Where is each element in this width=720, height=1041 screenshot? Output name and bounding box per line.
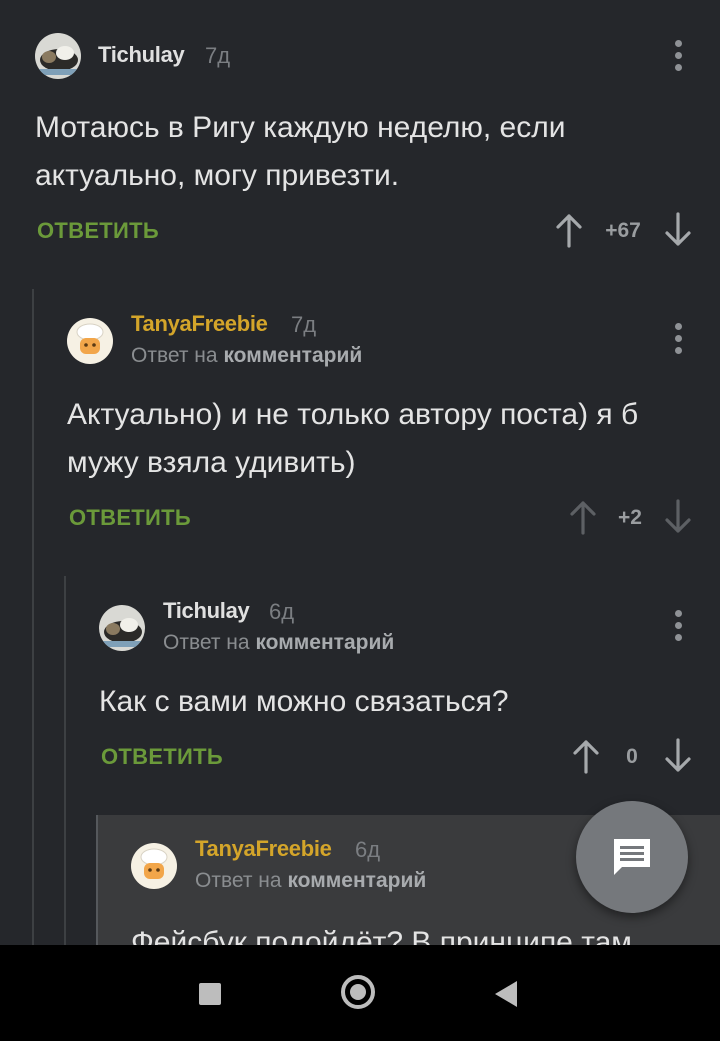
author-name[interactable]: Tichulay — [163, 598, 250, 624]
reply-to-prefix: Ответ на — [163, 631, 250, 654]
comment-fab-button[interactable] — [576, 801, 688, 913]
comment-text: Как с вами можно связаться? — [99, 678, 699, 726]
comment-text-line: Фейсбук подойдёт? В принципе там — [131, 926, 632, 945]
comment-time: 6д — [355, 837, 381, 862]
reply-to-label: Ответ на комментарий — [195, 869, 426, 893]
author-name[interactable]: TanyaFreebie — [195, 836, 332, 862]
reply-to-prefix: Ответ на — [195, 869, 282, 892]
reply-to-link[interactable]: комментарий — [255, 631, 394, 654]
cat-avatar-image — [99, 605, 145, 651]
system-navigation-bar — [0, 945, 720, 1041]
reply-to-label: Ответ на комментарий — [163, 631, 394, 655]
reply-button[interactable]: ОТВЕТИТЬ — [101, 744, 223, 770]
more-vertical-icon[interactable] — [668, 610, 688, 646]
triangle-back-icon[interactable] — [495, 981, 517, 1007]
comment-text-line: Как с вами можно связаться? — [99, 685, 509, 718]
chef-avatar-image — [131, 843, 177, 889]
arrow-down-icon[interactable] — [664, 738, 692, 774]
arrow-up-icon[interactable] — [572, 738, 600, 774]
comment-text: Фейсбук подойдёт? В принципе там — [131, 919, 711, 945]
avatar[interactable] — [131, 843, 177, 889]
comment-time: 6д — [269, 599, 295, 624]
circle-icon[interactable] — [341, 975, 375, 1009]
square-icon[interactable] — [199, 983, 221, 1005]
avatar[interactable] — [99, 605, 145, 651]
comment-icon — [614, 839, 650, 875]
comment-reply: Tichulay 6д Ответ на комментарий Как с в… — [0, 0, 720, 800]
vote-score: 0 — [626, 745, 638, 768]
reply-to-link[interactable]: комментарий — [287, 869, 426, 892]
